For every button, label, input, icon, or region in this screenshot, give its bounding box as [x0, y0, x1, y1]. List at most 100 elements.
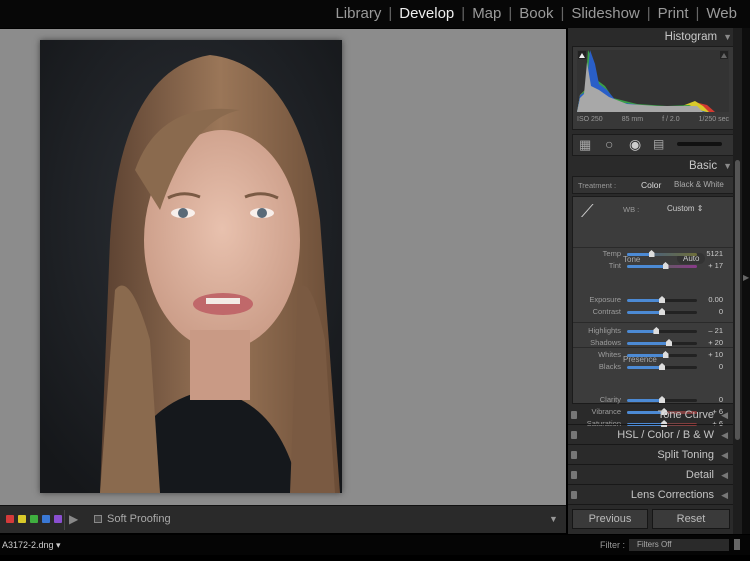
tint-slider[interactable]: [627, 262, 697, 269]
clarity-slider-handle[interactable]: [659, 396, 665, 403]
clarity-slider[interactable]: [627, 396, 697, 403]
blacks-slider-fill: [627, 366, 662, 369]
whites-value[interactable]: + 10: [693, 350, 723, 359]
graduated-filter-icon[interactable]: ▤: [653, 137, 664, 151]
exposure-slider[interactable]: [627, 296, 697, 303]
contrast-value[interactable]: 0: [693, 307, 723, 316]
wb-value: Custom: [667, 204, 695, 213]
collapse-icon: ▼: [723, 32, 732, 42]
exposure-value[interactable]: 0.00: [693, 295, 723, 304]
temp-slider-handle[interactable]: [648, 250, 655, 257]
play-icon[interactable]: ▶: [69, 512, 78, 526]
toolbar-menu-icon[interactable]: ▼: [549, 514, 558, 524]
expand-arrow-icon: ▶: [743, 273, 750, 282]
color-label-swatch[interactable]: [42, 515, 50, 523]
contrast-slider-fill: [627, 311, 662, 314]
filter-lock-icon[interactable]: [734, 539, 740, 550]
basic-header[interactable]: Basic ▼: [689, 160, 732, 172]
blacks-label: Blacks: [598, 362, 621, 371]
histogram-panel: ISO 250 85 mm f / 2.0 1/250 sec: [572, 46, 734, 130]
shadows-slider[interactable]: [627, 339, 697, 346]
panel-toggle-switch[interactable]: [571, 471, 577, 479]
shutter-speed: 1/250 sec: [698, 116, 729, 123]
spot-removal-icon[interactable]: ○: [605, 136, 613, 152]
contrast-label: Contrast: [592, 307, 621, 316]
crop-overlay-icon[interactable]: ▦: [579, 137, 591, 153]
whites-slider[interactable]: [627, 351, 697, 358]
module-library[interactable]: Library: [328, 5, 388, 22]
module-book[interactable]: Book: [512, 5, 560, 22]
module-print[interactable]: Print: [651, 5, 696, 22]
filmstrip-header: A3172-2.dng ▾ Filter : Filters Off: [0, 535, 750, 555]
blacks-value[interactable]: 0: [693, 362, 723, 371]
temp-value[interactable]: 5121: [693, 249, 723, 258]
shadows-slider-fill: [627, 342, 669, 345]
contrast-slider-handle[interactable]: [659, 308, 665, 315]
right-panel-toggle[interactable]: ▶: [742, 28, 750, 534]
filename: A3172-2.dng: [2, 540, 54, 550]
tint-label: Tint: [608, 261, 621, 270]
module-slideshow[interactable]: Slideshow: [564, 5, 646, 22]
filter-label: Filter :: [600, 540, 626, 550]
divider: [573, 347, 733, 348]
histogram-title: Histogram: [664, 31, 718, 43]
panel-toggle-switch[interactable]: [571, 491, 577, 499]
color-label-swatch[interactable]: [18, 515, 26, 523]
whites-slider-fill: [627, 354, 666, 357]
red-eye-icon[interactable]: ◉: [629, 136, 641, 153]
shadows-value[interactable]: + 20: [693, 338, 723, 347]
scrollbar-thumb[interactable]: [735, 160, 740, 440]
divider: [64, 510, 65, 530]
panel-title: Tone Curve: [657, 409, 714, 421]
module-develop[interactable]: Develop: [392, 5, 461, 22]
panel-toggle-switch[interactable]: [571, 411, 577, 419]
color-label-swatch[interactable]: [30, 515, 38, 523]
histogram-chart: [577, 50, 729, 112]
adjustment-brush-icon[interactable]: [677, 142, 722, 146]
exposure-slider-handle[interactable]: [659, 296, 665, 303]
top-bar: Library | Develop | Map | Book | Slideshow | Print…: [0, 0, 750, 28]
treatment-row: Treatment : Color Black & White: [572, 176, 734, 194]
tint-slider-handle[interactable]: [662, 262, 669, 269]
blacks-slider-handle[interactable]: [659, 363, 665, 370]
highlights-value[interactable]: – 21: [693, 326, 723, 335]
highlights-slider[interactable]: [627, 327, 697, 334]
histogram-header[interactable]: Histogram ▼: [665, 31, 732, 43]
panel-header-tone[interactable]: Tone Curve ◀: [568, 406, 734, 425]
photo-preview[interactable]: [40, 40, 342, 493]
temp-slider-fill: [627, 253, 652, 256]
highlights-slider-handle[interactable]: [653, 327, 660, 334]
clarity-value[interactable]: 0: [693, 395, 723, 404]
treatment-bw-button[interactable]: Black & White: [674, 180, 724, 189]
soft-proofing-checkbox[interactable]: [94, 515, 102, 523]
panel-header-split[interactable]: Split Toning ◀: [568, 446, 734, 465]
filename-menu[interactable]: A3172-2.dng ▾: [2, 540, 61, 551]
aperture-value: f / 2.0: [662, 116, 680, 123]
panel-header-hsl[interactable]: HSL / Color / B & W ◀: [568, 426, 734, 445]
previous-button[interactable]: Previous: [572, 509, 648, 529]
tint-value[interactable]: + 17: [693, 261, 723, 270]
color-label-swatch[interactable]: [54, 515, 62, 523]
panel-toggle-switch[interactable]: [571, 451, 577, 459]
reset-button[interactable]: Reset: [652, 509, 730, 529]
right-panel: Histogram ▼ ISO 250 85 mm f / 2.0 1/250 s…: [568, 28, 742, 534]
shadows-slider-handle[interactable]: [666, 339, 672, 346]
temp-slider[interactable]: [627, 250, 697, 257]
whites-slider-handle[interactable]: [662, 351, 669, 358]
panel-toggle-switch[interactable]: [571, 431, 577, 439]
blacks-slider[interactable]: [627, 363, 697, 370]
filter-select[interactable]: Filters Off: [629, 539, 729, 551]
bottom-toolbar: ▶ Soft Proofing ▼: [0, 505, 566, 533]
panel-header-lens[interactable]: Lens Corrections ◀: [568, 486, 734, 505]
treatment-color-button[interactable]: Color: [641, 180, 661, 190]
color-label-swatch[interactable]: [6, 515, 14, 523]
temp-label: Temp: [602, 249, 621, 258]
focal-length: 85 mm: [621, 116, 644, 123]
module-map[interactable]: Map: [465, 5, 508, 22]
panel-header-detail[interactable]: Detail ◀: [568, 466, 734, 485]
module-web[interactable]: Web: [699, 5, 744, 22]
contrast-slider[interactable]: [627, 308, 697, 315]
clarity-label: Clarity: [599, 395, 621, 404]
wb-eyedropper-icon[interactable]: ⟋: [581, 201, 594, 222]
wb-select[interactable]: Custom ⇕: [667, 204, 704, 213]
